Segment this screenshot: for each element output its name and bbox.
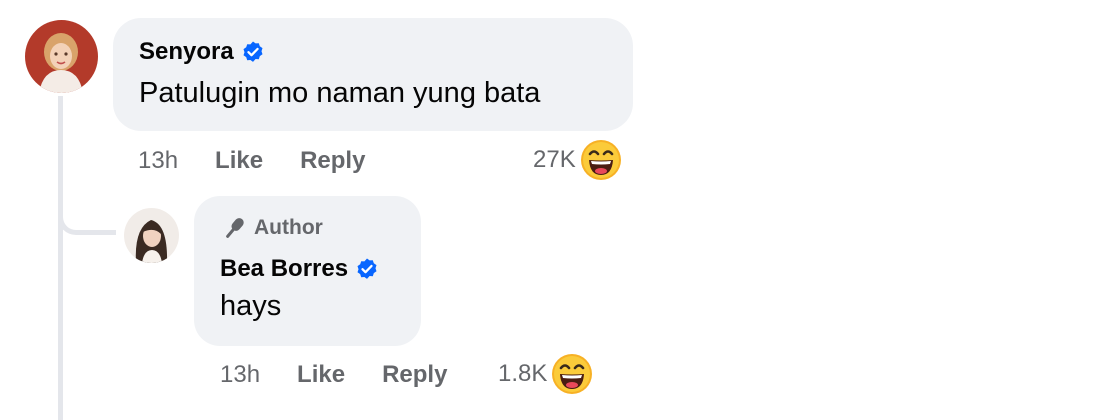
laughing-emoji-icon [580,139,622,181]
reply-actions: 13h Like Reply [220,355,447,395]
author-badge: Author [220,215,421,241]
comment-text: Patulugin mo naman yung bata [139,77,541,109]
verified-badge-icon [355,257,379,281]
like-button[interactable]: Like [215,147,263,175]
verified-badge-icon [241,40,265,64]
reply-button[interactable]: Reply [300,147,365,175]
reaction-summary[interactable]: 27K [533,138,622,182]
avatar-senyora[interactable] [25,20,98,93]
reaction-count: 27K [533,146,576,173]
thread-connector [58,190,116,235]
reply-text: hays [220,290,282,322]
reply-author-name[interactable]: Bea Borres [220,255,348,283]
reaction-count: 1.8K [498,360,548,387]
reaction-summary[interactable]: 1.8K [498,352,593,396]
laughing-emoji-icon [551,353,593,395]
reply-button[interactable]: Reply [382,361,447,389]
reply-bubble: Author Bea Borres hays [194,196,421,346]
thread-line [58,96,63,420]
comment-timestamp[interactable]: 13h [138,147,178,175]
like-button[interactable]: Like [297,361,345,389]
comment-bubble: Senyora Patulugin mo naman yung bata [113,18,633,131]
author-badge-label: Author [254,216,323,239]
avatar-bea-borres[interactable] [124,208,179,263]
microphone-icon [220,215,248,241]
comment-actions: 13h Like Reply [138,141,365,181]
comment-author-name[interactable]: Senyora [139,38,234,66]
reply-timestamp[interactable]: 13h [220,361,260,389]
